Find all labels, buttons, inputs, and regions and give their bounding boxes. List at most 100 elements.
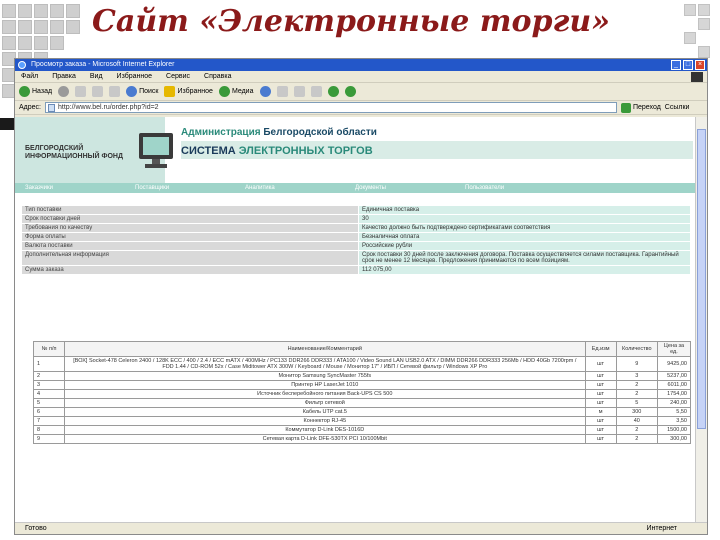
table-row: 3 Принтер HP LaserJet 1010 шт 2 6011,00 — [33, 380, 692, 390]
info-key: Срок поставки дней — [21, 214, 359, 224]
menu-tools[interactable]: Сервис — [166, 71, 190, 82]
media-button[interactable]: Медиа — [218, 86, 254, 97]
browser-titlebar: Просмотр заказа - Microsoft Internet Exp… — [15, 59, 707, 71]
info-row: Валюта поставки Российские рубли — [21, 241, 691, 251]
cell-name: Фильтр сетевой — [63, 398, 586, 408]
cell-unit: шт — [584, 398, 617, 408]
search-button[interactable]: Поиск — [126, 86, 158, 97]
cell-price: 240,00 — [656, 398, 692, 408]
stop-icon — [75, 86, 87, 97]
info-value: Срок поставки 30 дней после заключения д… — [358, 250, 691, 266]
cell-number: 4 — [33, 389, 65, 399]
minimize-button[interactable]: _ — [671, 60, 681, 70]
status-text: Готово — [25, 525, 47, 532]
cell-quantity: 5 — [615, 398, 658, 408]
cell-quantity: 2 — [615, 434, 658, 444]
scrollbar-thumb[interactable] — [697, 129, 706, 429]
menu-edit[interactable]: Правка — [52, 71, 76, 82]
cell-name: Коммутатор D-Link DES-1016D — [63, 425, 586, 435]
cell-price: 9425,00 — [656, 356, 692, 372]
header-name: Наименование/Комментарий — [63, 341, 586, 357]
address-input[interactable]: http://www.bel.ru/order.php?id=2 — [44, 102, 617, 113]
cell-price: 6011,00 — [656, 380, 692, 390]
history-button[interactable] — [259, 86, 271, 97]
maximize-button[interactable]: □ — [683, 60, 693, 70]
order-info-table: Тип поставки Единичная поставка Срок поста… — [21, 205, 691, 275]
messenger-button[interactable] — [344, 86, 356, 97]
menu-help[interactable]: Справка — [204, 71, 231, 82]
cell-unit: шт — [584, 425, 617, 435]
slide: Сайт «Электронные торги» Просмотр заказа… — [0, 0, 720, 540]
cell-name: Монитор Samsung SyncMaster 755fs — [63, 371, 586, 381]
browser-window: Просмотр заказа - Microsoft Internet Exp… — [14, 58, 708, 535]
table-row: 2 Монитор Samsung SyncMaster 755fs шт 3 5237… — [33, 371, 692, 381]
fund-line-2: ИНФОРМАЦИОННЫЙ ФОНД — [25, 153, 123, 160]
discuss-button[interactable] — [327, 86, 339, 97]
favorites-button[interactable]: Избранное — [164, 86, 213, 97]
table-row: 4 Источник бесперебойного питания Back-UP… — [33, 389, 692, 399]
stop-button[interactable] — [75, 86, 87, 97]
site-nav: Заказчики Поставщики Аналитика Документы… — [15, 183, 697, 193]
computer-monitor-icon — [139, 133, 173, 168]
menu-file[interactable]: Файл — [21, 71, 38, 82]
table-row: 7 Коннектор RJ-45 шт 40 3,50 — [33, 416, 692, 426]
menu-favorites[interactable]: Избранное — [117, 71, 152, 82]
vertical-scrollbar[interactable] — [695, 117, 707, 523]
cell-name: Принтер HP LaserJet 1010 — [63, 380, 586, 390]
address-value: http://www.bel.ru/order.php?id=2 — [57, 104, 159, 111]
links-button[interactable]: Ссылки — [665, 104, 690, 111]
forward-arrow-icon — [58, 86, 70, 97]
cell-unit: шт — [584, 416, 617, 426]
mail-button[interactable] — [276, 86, 288, 97]
edit-button[interactable] — [310, 86, 322, 97]
admin-title: Администрация Белгородской области — [181, 127, 377, 138]
menu-view[interactable]: Вид — [90, 71, 103, 82]
nav-item-suppliers[interactable]: Поставщики — [125, 183, 235, 193]
back-arrow-icon — [19, 86, 30, 97]
cell-quantity: 2 — [615, 380, 658, 390]
go-button[interactable]: Переход — [620, 102, 661, 113]
table-row: 1 [ВОХ] Socket-478 Celeron 2400 / 128K EC… — [33, 356, 692, 372]
admin-title-part1: Администрация — [181, 127, 261, 138]
info-key: Валюта поставки — [21, 241, 359, 251]
print-button[interactable] — [293, 86, 305, 97]
window-controls: _ □ × — [671, 60, 705, 70]
cell-number: 7 — [33, 416, 65, 426]
window-title: Просмотр заказа - Microsoft Internet Exp… — [31, 61, 175, 68]
home-icon — [109, 86, 121, 97]
menu-bar: Файл Правка Вид Избранное Сервис Справка — [15, 71, 707, 83]
cell-unit: м — [584, 407, 617, 417]
cell-number: 3 — [33, 380, 65, 390]
toolbar: Назад Поиск Избранное Медиа — [15, 83, 707, 101]
cell-number: 8 — [33, 425, 65, 435]
cell-name: Источник бесперебойного питания Back-UPS… — [63, 389, 586, 399]
media-icon — [218, 86, 230, 97]
home-button[interactable] — [109, 86, 121, 97]
header-price: Цена за ед. — [656, 341, 692, 357]
nav-item-documents[interactable]: Документы — [345, 183, 455, 193]
search-icon — [126, 86, 138, 97]
nav-item-users[interactable]: Пользователи — [455, 183, 565, 193]
forward-button[interactable] — [58, 86, 70, 97]
header-quantity: Количество — [615, 341, 658, 357]
cell-name: Сетевая карта D-Link DFE-530TX PCI 10/10… — [63, 434, 586, 444]
info-row: Форма оплаты Безналичная оплата — [21, 232, 691, 242]
address-bar: Адрес: http://www.bel.ru/order.php?id=2 … — [15, 101, 707, 115]
nav-item-analytics[interactable]: Аналитика — [235, 183, 345, 193]
back-button[interactable]: Назад — [19, 86, 52, 97]
cell-name: Коннектор RJ-45 — [63, 416, 586, 426]
cell-quantity: 2 — [615, 389, 658, 399]
table-row: 5 Фильтр сетевой шт 5 240,00 — [33, 398, 692, 408]
status-bar: Готово Интернет — [15, 522, 707, 534]
cell-name: [ВОХ] Socket-478 Celeron 2400 / 128K ECC… — [63, 356, 586, 372]
cell-price: 5237,00 — [656, 371, 692, 381]
page-icon — [47, 104, 55, 112]
cell-unit: шт — [584, 389, 617, 399]
go-arrow-icon — [620, 102, 631, 113]
nav-item-customers[interactable]: Заказчики — [15, 183, 125, 193]
close-button[interactable]: × — [695, 60, 705, 70]
info-value: Единичная поставка — [358, 205, 691, 215]
info-row: Срок поставки дней 30 — [21, 214, 691, 224]
info-value: Российские рубли — [358, 241, 691, 251]
refresh-button[interactable] — [92, 86, 104, 97]
